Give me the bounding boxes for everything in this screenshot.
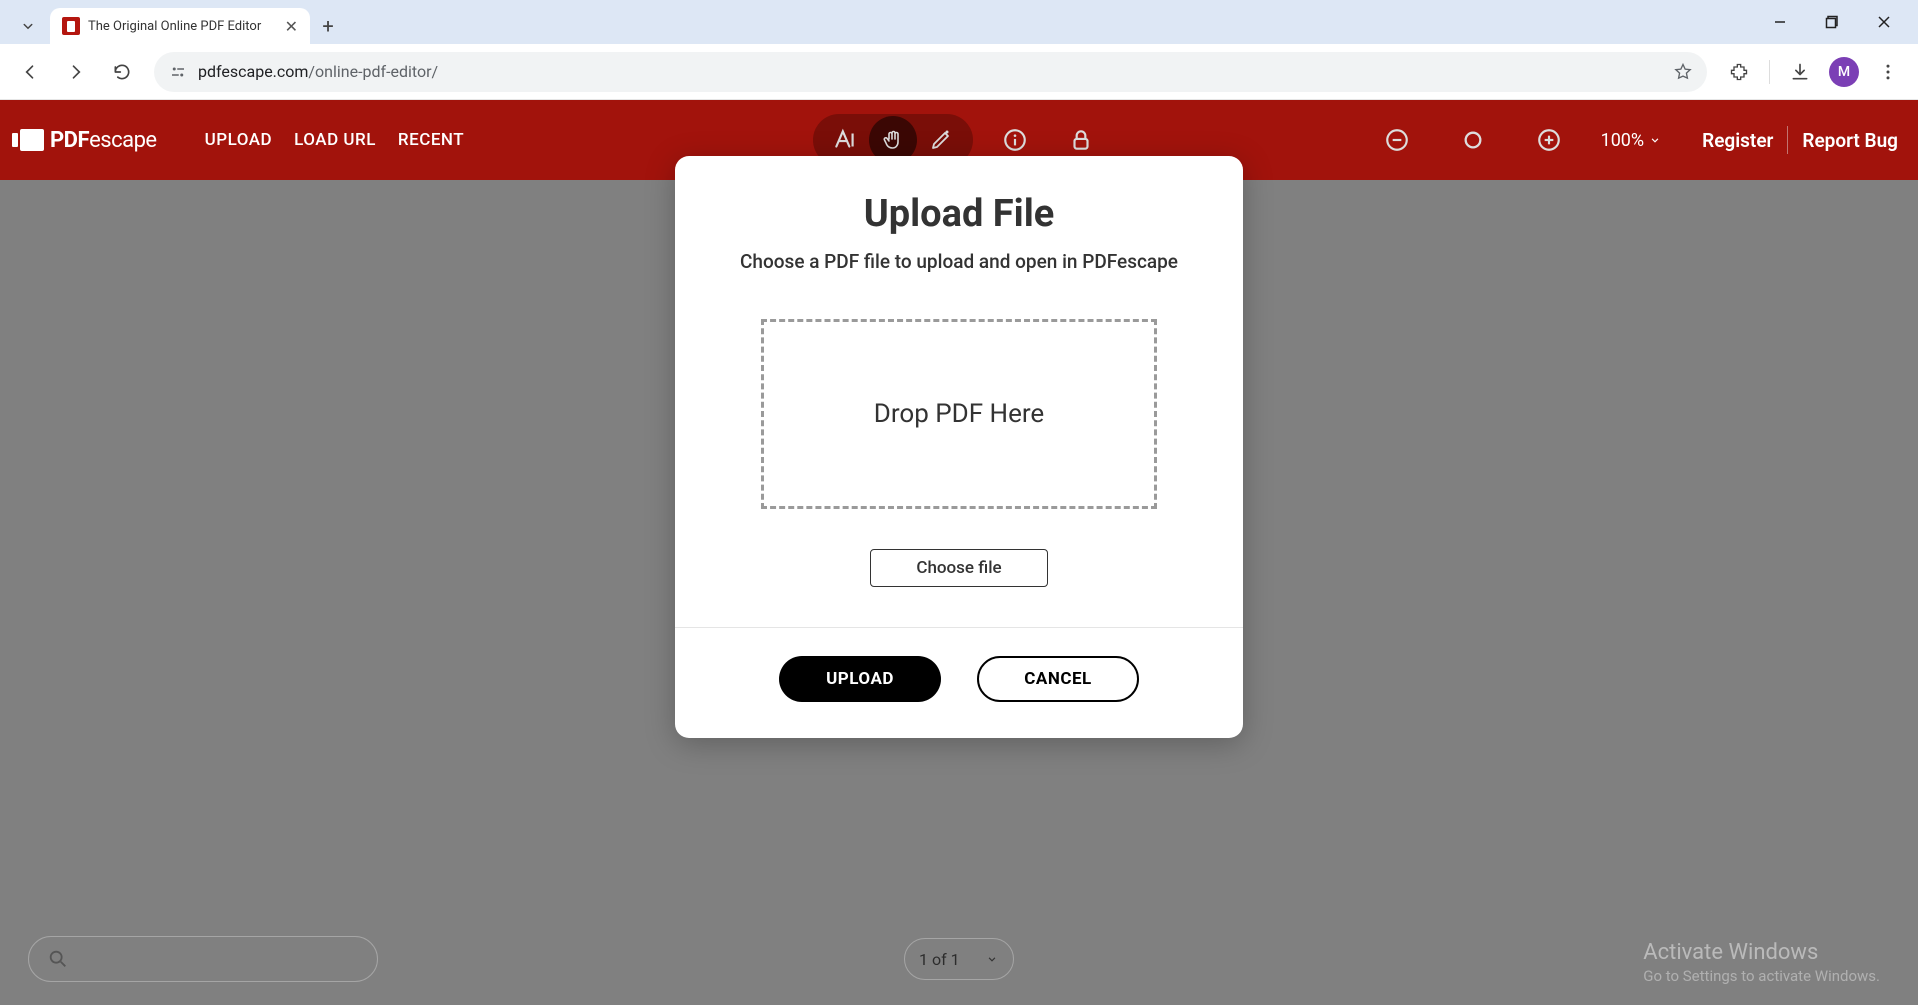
tab-search-dropdown[interactable] [8, 8, 48, 44]
choose-file-button[interactable]: Choose file [870, 549, 1048, 587]
report-bug-link[interactable]: Report Bug [1802, 129, 1898, 152]
header-nav: UPLOAD LOAD URL RECENT [205, 130, 465, 150]
site-settings-icon[interactable] [168, 62, 188, 82]
zoom-out-button[interactable] [1373, 116, 1421, 164]
choose-file-label: Choose file [916, 558, 1001, 578]
cancel-button[interactable]: CANCEL [977, 656, 1139, 702]
page-indicator-text: 1 of 1 [919, 950, 960, 969]
tab-close-icon[interactable]: ✕ [285, 17, 298, 36]
browser-menu-icon[interactable] [1868, 52, 1908, 92]
maximize-button[interactable] [1810, 2, 1854, 42]
nav-recent[interactable]: RECENT [398, 130, 464, 150]
separator [1787, 126, 1788, 154]
watermark-subtitle: Go to Settings to activate Windows. [1643, 967, 1880, 985]
search-icon [47, 948, 69, 970]
windows-activation-watermark: Activate Windows Go to Settings to activ… [1643, 940, 1880, 985]
url-text: pdfescape.com/online-pdf-editor/ [198, 62, 1663, 81]
zoom-in-button[interactable] [1525, 116, 1573, 164]
browser-toolbar: pdfescape.com/online-pdf-editor/ M [0, 44, 1918, 100]
page-selector[interactable]: 1 of 1 [904, 938, 1014, 980]
nav-load-url[interactable]: LOAD URL [294, 130, 376, 150]
new-tab-button[interactable]: + [310, 8, 346, 44]
drop-zone-text: Drop PDF Here [874, 399, 1044, 429]
downloads-icon[interactable] [1780, 52, 1820, 92]
forward-button[interactable] [56, 52, 96, 92]
nav-upload[interactable]: UPLOAD [205, 130, 273, 150]
chevron-down-icon [985, 952, 999, 966]
zoom-fit-button[interactable] [1449, 116, 1497, 164]
watermark-title: Activate Windows [1643, 940, 1880, 965]
close-window-button[interactable] [1862, 2, 1906, 42]
logo-icon [20, 129, 44, 151]
tab-title: The Original Online PDF Editor [88, 19, 277, 34]
browser-tab-strip: The Original Online PDF Editor ✕ + [0, 0, 1918, 44]
window-controls [1758, 2, 1918, 42]
footer-bar: 1 of 1 [0, 913, 1918, 1005]
app-logo[interactable]: PDFescape [20, 128, 157, 153]
upload-button[interactable]: UPLOAD [779, 656, 941, 702]
browser-tab[interactable]: The Original Online PDF Editor ✕ [50, 8, 310, 44]
upload-modal: Upload File Choose a PDF file to upload … [675, 156, 1243, 738]
cancel-button-label: CANCEL [1024, 669, 1091, 689]
upload-button-label: UPLOAD [826, 669, 894, 689]
zoom-level-dropdown[interactable]: 100% [1601, 130, 1663, 151]
back-button[interactable] [10, 52, 50, 92]
bookmark-star-icon[interactable] [1673, 62, 1693, 82]
address-bar[interactable]: pdfescape.com/online-pdf-editor/ [154, 52, 1707, 92]
zoom-controls: 100% Register Report Bug [1373, 116, 1898, 164]
register-link[interactable]: Register [1702, 129, 1773, 152]
modal-footer: UPLOAD CANCEL [675, 627, 1243, 738]
modal-title: Upload File [719, 192, 1199, 236]
drop-zone[interactable]: Drop PDF Here [761, 319, 1157, 509]
modal-subtitle: Choose a PDF file to upload and open in … [719, 250, 1199, 273]
tab-favicon [62, 17, 80, 35]
separator [1769, 60, 1770, 84]
search-input[interactable] [28, 936, 378, 982]
extensions-icon[interactable] [1719, 52, 1759, 92]
minimize-button[interactable] [1758, 2, 1802, 42]
profile-avatar[interactable]: M [1824, 52, 1864, 92]
reload-button[interactable] [102, 52, 142, 92]
